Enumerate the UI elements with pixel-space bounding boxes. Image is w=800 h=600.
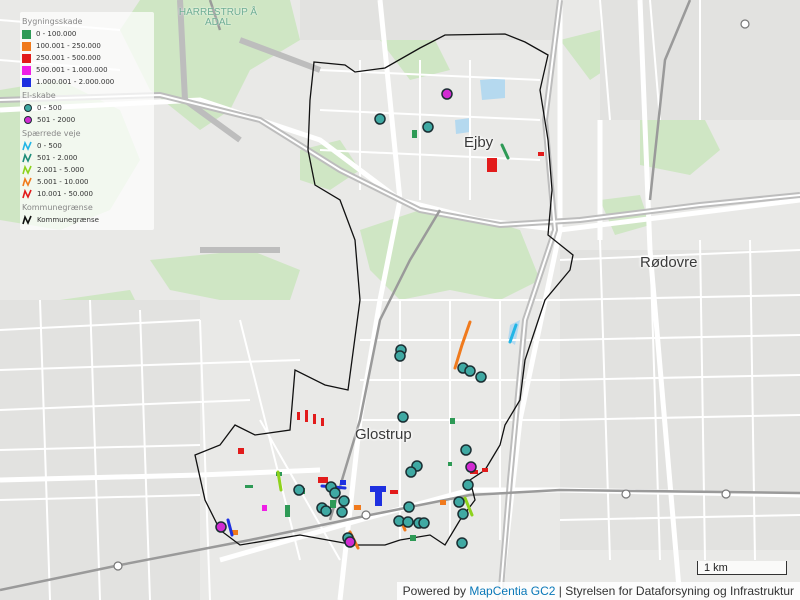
- legend-elskabe-label: 501 - 2000: [37, 116, 76, 124]
- legend-road-label: 2.001 - 5.000: [37, 166, 85, 174]
- map-view[interactable]: Ejby Rødovre Glostrup HARRESTRUP Å ADAL …: [0, 0, 800, 600]
- legend-building-label: 100.001 - 250.000: [36, 42, 101, 50]
- place-label-roedovre: Rødovre: [640, 254, 698, 271]
- legend-building-item: 0 - 100.000: [22, 28, 152, 40]
- legend-line-icon: [22, 165, 32, 175]
- map-legend: Bygningsskade 0 - 100.000 100.001 - 250.0…: [20, 12, 154, 230]
- area-label-line2: ADAL: [204, 17, 232, 28]
- legend-road-label: 5.001 - 10.000: [37, 178, 89, 186]
- legend-title-roads: Spærrede veje: [22, 129, 81, 138]
- legend-building-label: 250.001 - 500.000: [36, 54, 101, 62]
- attribution-suffix: | Styrelsen for Dataforsyning og Infrast…: [558, 584, 794, 598]
- area-label-harrestrup: HARRESTRUP Å ADAL: [178, 8, 258, 28]
- legend-road-label: 501 - 2.000: [37, 154, 78, 162]
- legend-road-label: 0 - 500: [37, 142, 62, 150]
- legend-swatch-icon: [22, 41, 31, 51]
- legend-road-item: 501 - 2.000: [22, 152, 152, 164]
- legend-line-icon: [22, 189, 32, 199]
- legend-building-item: 1.000.001 - 2.000.000: [22, 76, 152, 88]
- legend-building-label: 500.001 - 1.000.000: [36, 66, 108, 74]
- legend-elskabe-label: 0 - 500: [37, 104, 62, 112]
- attribution-prefix: Powered by: [402, 584, 467, 598]
- map-attribution: Powered by MapCentia GC2 | Styrelsen for…: [396, 582, 800, 600]
- place-label-glostrup: Glostrup: [355, 426, 412, 443]
- legend-building-item: 100.001 - 250.000: [22, 40, 152, 52]
- attribution-link-mapcentia[interactable]: MapCentia GC2: [469, 584, 555, 598]
- legend-road-item: 5.001 - 10.000: [22, 176, 152, 188]
- legend-line-icon: [22, 141, 32, 151]
- legend-swatch-icon: [22, 53, 31, 63]
- legend-boundary-label: Kommunegrænse: [37, 216, 99, 224]
- legend-road-item: 10.001 - 50.000: [22, 188, 152, 200]
- legend-boundary-item: Kommunegrænse: [22, 214, 152, 226]
- legend-title-boundary: Kommunegrænse: [22, 203, 93, 212]
- legend-line-icon: [22, 215, 32, 225]
- legend-building-label: 1.000.001 - 2.000.000: [36, 78, 115, 86]
- legend-title-elskabe: El-skabe: [22, 91, 56, 100]
- legend-swatch-icon: [22, 77, 31, 87]
- legend-road-label: 10.001 - 50.000: [37, 190, 93, 198]
- legend-building-item: 500.001 - 1.000.000: [22, 64, 152, 76]
- legend-title-building: Bygningsskade: [22, 17, 83, 26]
- legend-elskabe-item: 0 - 500: [22, 102, 152, 114]
- legend-swatch-icon: [22, 29, 31, 39]
- legend-building-label: 0 - 100.000: [36, 30, 77, 38]
- legend-dot-icon: [24, 116, 32, 124]
- legend-swatch-icon: [22, 65, 31, 75]
- legend-line-icon: [22, 177, 32, 187]
- legend-road-item: 2.001 - 5.000: [22, 164, 152, 176]
- place-label-ejby: Ejby: [464, 134, 494, 151]
- legend-building-item: 250.001 - 500.000: [22, 52, 152, 64]
- scale-bar: 1 km: [697, 561, 787, 575]
- legend-dot-icon: [24, 104, 32, 112]
- legend-elskabe-item: 501 - 2000: [22, 114, 152, 126]
- legend-road-item: 0 - 500: [22, 140, 152, 152]
- legend-line-icon: [22, 153, 32, 163]
